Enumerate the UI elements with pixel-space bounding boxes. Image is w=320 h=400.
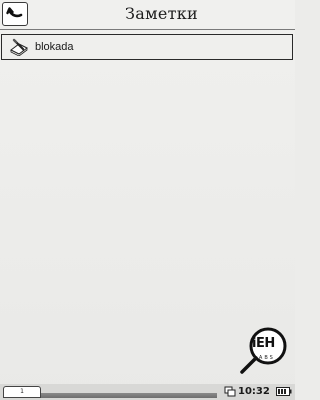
clock: 10:32: [238, 386, 270, 397]
header: Заметки: [0, 0, 295, 30]
note-icon: [8, 37, 30, 57]
battery-icon: [276, 387, 292, 396]
sync-icon: [224, 386, 236, 397]
list-item-label: blokada: [35, 41, 74, 53]
list-item[interactable]: blokada: [1, 34, 293, 60]
status-strip: [41, 393, 217, 398]
back-arrow-icon: [6, 7, 23, 18]
logo-sub: LABS: [254, 355, 275, 361]
notes-list: blokada: [0, 31, 295, 61]
page-title: Заметки: [124, 4, 199, 23]
notes-screen: Заметки blokada iEH LABS 1 10:32: [0, 0, 295, 400]
back-button[interactable]: [2, 2, 28, 26]
logo-word: iEH: [252, 336, 275, 351]
header-divider: [0, 29, 295, 30]
page-indicator[interactable]: 1: [3, 386, 41, 398]
logo-magnifier-icon: [240, 327, 287, 374]
